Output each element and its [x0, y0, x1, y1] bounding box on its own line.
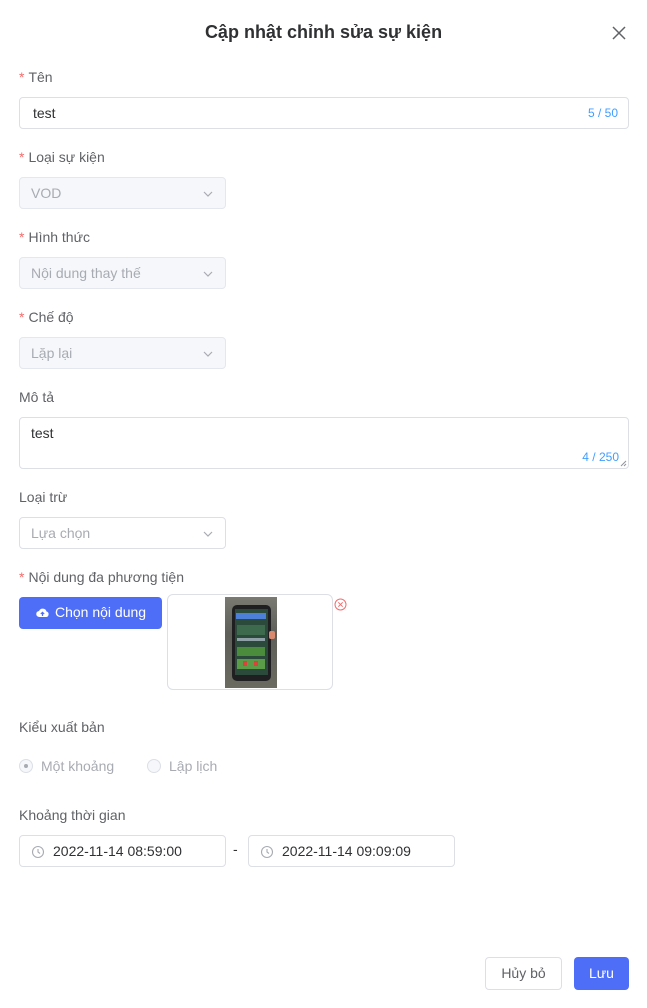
radio-dot-checked [19, 759, 33, 773]
remove-media-icon[interactable] [334, 598, 347, 611]
chevron-down-icon [203, 351, 213, 357]
choose-content-button[interactable]: Chọn nội dung [19, 597, 162, 629]
name-input[interactable]: test 5 / 50 [19, 97, 629, 129]
media-label: * Nội dung đa phương tiện [19, 569, 184, 585]
event-type-label-text: Loại sự kiện [28, 149, 105, 165]
media-label-text: Nội dung đa phương tiện [28, 569, 185, 585]
time-period-label: Khoảng thời gian [19, 807, 126, 823]
exclude-select[interactable]: Lựa chọn [19, 517, 226, 549]
form-type-label: * Hình thức [19, 229, 90, 245]
clock-icon [31, 845, 45, 859]
required-mark: * [19, 229, 25, 245]
chevron-down-icon [203, 531, 213, 537]
required-mark: * [19, 69, 25, 85]
mode-label: * Chế độ [19, 309, 74, 325]
cancel-button[interactable]: Hủy bỏ [485, 957, 562, 990]
start-date-input[interactable]: 2022-11-14 08:59:00 [19, 835, 226, 867]
radio-schedule-label: Lập lịch [169, 758, 218, 774]
form-type-value: Nội dung thay thế [31, 265, 141, 281]
mode-value: Lặp lại [31, 345, 73, 361]
event-type-select[interactable]: VOD [19, 177, 226, 209]
name-value: test [33, 105, 56, 121]
clock-icon [260, 845, 274, 859]
choose-content-label: Chọn nội dung [55, 604, 147, 620]
name-char-count: 5 / 50 [587, 106, 618, 120]
form-type-select[interactable]: Nội dung thay thế [19, 257, 226, 289]
chevron-down-icon [203, 271, 213, 277]
radio-one-period-label: Một khoảng [41, 758, 115, 774]
name-label-text: Tên [28, 69, 53, 85]
resize-handle-icon[interactable] [619, 459, 627, 467]
dialog-title: Cập nhật chỉnh sửa sự kiện [204, 22, 443, 42]
end-date-input[interactable]: 2022-11-14 09:09:09 [248, 835, 455, 867]
exclude-placeholder: Lựa chọn [31, 525, 91, 541]
radio-dot [147, 759, 161, 773]
mode-select[interactable]: Lặp lại [19, 337, 226, 369]
description-char-count: 4 / 250 [582, 450, 619, 464]
close-icon[interactable] [608, 22, 630, 44]
radio-schedule[interactable]: Lập lịch [147, 758, 217, 774]
form-type-label-text: Hình thức [28, 229, 90, 245]
exclude-label: Loại trừ [19, 489, 68, 505]
name-label: * Tên [19, 69, 53, 85]
publish-type-label: Kiểu xuất bản [19, 719, 105, 735]
radio-one-period[interactable]: Một khoảng [19, 758, 114, 774]
cloud-upload-icon [36, 608, 49, 618]
required-mark: * [19, 569, 25, 585]
description-label: Mô tả [19, 389, 55, 405]
date-range-separator: - [233, 841, 238, 857]
mode-label-text: Chế độ [28, 309, 74, 325]
end-date-value: 2022-11-14 09:09:09 [282, 843, 411, 859]
chevron-down-icon [203, 191, 213, 197]
media-thumbnail [225, 597, 277, 688]
description-textarea[interactable]: test 4 / 250 [19, 417, 629, 469]
description-value: test [31, 425, 54, 441]
save-button[interactable]: Lưu [574, 957, 629, 990]
required-mark: * [19, 309, 25, 325]
required-mark: * [19, 149, 25, 165]
start-date-value: 2022-11-14 08:59:00 [53, 843, 182, 859]
event-type-value: VOD [31, 185, 62, 201]
media-preview [167, 594, 333, 690]
event-type-label: * Loại sự kiện [19, 149, 105, 165]
